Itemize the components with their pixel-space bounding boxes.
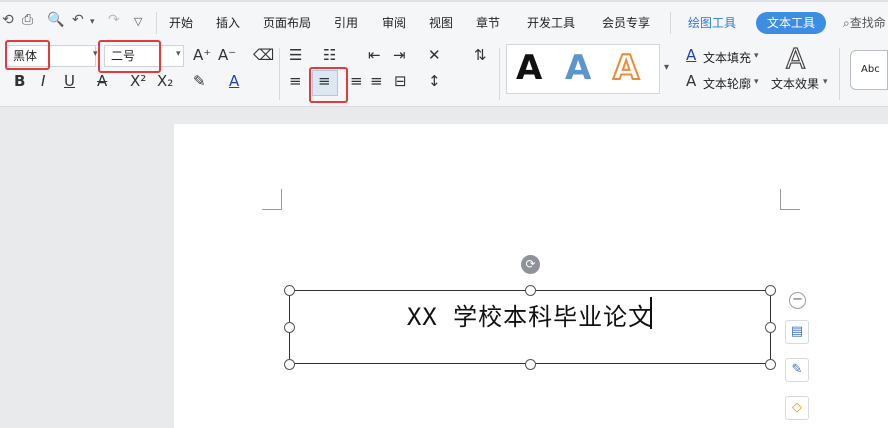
- rotate-handle-icon[interactable]: ⟳: [521, 255, 540, 274]
- menu-home[interactable]: 开始: [169, 14, 193, 31]
- undo-icon[interactable]: ↶: [72, 12, 84, 28]
- subscript-icon[interactable]: X₂: [157, 72, 173, 90]
- style-black-a[interactable]: A: [516, 48, 542, 88]
- decrease-indent-icon[interactable]: ⇤: [368, 46, 381, 64]
- menu-divider: [670, 12, 671, 34]
- print-icon[interactable]: ⎙: [22, 12, 33, 28]
- increase-indent-icon[interactable]: ⇥: [393, 46, 406, 64]
- text-outline-dropdown-icon[interactable]: ▾: [754, 77, 759, 87]
- strikethrough-icon[interactable]: A: [97, 72, 107, 90]
- bold-icon[interactable]: B: [14, 72, 25, 90]
- highlight-align-center: [309, 67, 348, 103]
- chinese-layout-icon[interactable]: ✕: [428, 46, 441, 64]
- resize-handle-left[interactable]: [284, 322, 295, 333]
- superscript-icon[interactable]: X²: [130, 72, 146, 90]
- search-label: 查找命: [849, 16, 886, 30]
- fill-color-icon[interactable]: ◇: [785, 396, 809, 420]
- undo-dropdown-icon[interactable]: ▾: [90, 17, 95, 27]
- text-effect-dropdown-icon[interactable]: ▾: [823, 77, 828, 87]
- resize-handle-top-right[interactable]: [765, 285, 776, 296]
- menu-review[interactable]: 审阅: [382, 14, 406, 31]
- menu-drawing-tools[interactable]: 绘图工具: [688, 14, 736, 31]
- text-cursor: [650, 297, 652, 329]
- italic-icon[interactable]: I: [41, 72, 45, 90]
- underline-icon[interactable]: U: [64, 72, 75, 90]
- menu-text-tools[interactable]: 文本工具: [756, 12, 826, 34]
- menu-developer[interactable]: 开发工具: [527, 14, 575, 31]
- text-box-content[interactable]: XX 学校本科毕业论文: [289, 297, 771, 332]
- ribbon-divider: [839, 48, 840, 100]
- text-fill-icon: A: [686, 46, 697, 64]
- text-box-style-sample[interactable]: Abc: [850, 50, 888, 90]
- font-size-dropdown-icon[interactable]: ▾: [176, 49, 181, 59]
- text-outline-icon: A: [686, 72, 697, 90]
- resize-handle-top[interactable]: [525, 285, 536, 296]
- text-fill-dropdown-icon[interactable]: ▾: [754, 51, 759, 61]
- toolbar-divider: [156, 12, 157, 34]
- font-color-icon[interactable]: A: [229, 72, 239, 90]
- menu-page-layout[interactable]: 页面布局: [263, 14, 311, 31]
- resize-handle-bottom[interactable]: [525, 359, 536, 370]
- format-brush-icon[interactable]: ✎: [785, 358, 809, 382]
- style-orange-outline-a[interactable]: A: [612, 47, 640, 89]
- resize-handle-top-left[interactable]: [284, 285, 295, 296]
- align-right-icon[interactable]: ≡: [350, 72, 363, 90]
- ribbon-divider: [499, 48, 500, 100]
- resize-handle-right[interactable]: [765, 322, 776, 333]
- collapse-icon[interactable]: −: [789, 292, 806, 309]
- clear-format-icon[interactable]: ⌫: [253, 46, 274, 64]
- numbered-list-icon[interactable]: ☷: [323, 46, 336, 64]
- gallery-more-icon[interactable]: ▾: [664, 62, 669, 73]
- bullet-list-icon[interactable]: ☰: [289, 46, 302, 64]
- highlight-font-name: [5, 40, 50, 70]
- highlight-font-size: [98, 40, 161, 73]
- decrease-font-size-icon[interactable]: A⁻: [218, 46, 236, 64]
- increase-font-size-icon[interactable]: A⁺: [193, 46, 211, 64]
- search-command[interactable]: ⌕查找命: [843, 14, 886, 31]
- menu-references[interactable]: 引用: [334, 14, 358, 31]
- resize-handle-bottom-right[interactable]: [765, 359, 776, 370]
- resize-handle-bottom-left[interactable]: [284, 359, 295, 370]
- style-blue-a[interactable]: A: [565, 48, 591, 88]
- print-preview-icon[interactable]: 🔍: [47, 12, 64, 28]
- font-name-dropdown-icon[interactable]: ▾: [93, 49, 98, 59]
- margin-corner-right: [780, 189, 800, 210]
- layout-options-icon[interactable]: ▤: [785, 320, 809, 344]
- distribute-icon[interactable]: ⊟: [394, 72, 407, 90]
- sort-icon[interactable]: ⇅: [474, 46, 487, 64]
- search-icon: ⌕: [843, 16, 850, 30]
- line-spacing-icon[interactable]: ↕: [428, 72, 441, 90]
- menu-section[interactable]: 章节: [476, 14, 500, 31]
- text-effect-icon[interactable]: A: [785, 41, 805, 75]
- document-page: [174, 124, 888, 428]
- margin-corner-left: [262, 189, 282, 210]
- text-outline-button[interactable]: 文本轮廓: [703, 75, 751, 92]
- redo-history-icon[interactable]: ⟲: [2, 12, 14, 28]
- highlight-pen-icon[interactable]: ✎: [193, 72, 206, 90]
- align-left-icon[interactable]: ≡: [289, 72, 302, 90]
- menu-view[interactable]: 视图: [429, 14, 453, 31]
- justify-icon[interactable]: ≡: [370, 72, 383, 90]
- menu-member[interactable]: 会员专享: [602, 14, 650, 31]
- menu-insert[interactable]: 插入: [216, 14, 240, 31]
- customize-toolbar-icon[interactable]: ▽: [134, 15, 142, 28]
- redo-icon[interactable]: ↷: [108, 12, 120, 28]
- top-border: [0, 0, 888, 2]
- text-fill-button[interactable]: 文本填充: [703, 49, 751, 66]
- ribbon-divider: [279, 48, 280, 100]
- text-effect-button[interactable]: 文本效果: [771, 75, 819, 92]
